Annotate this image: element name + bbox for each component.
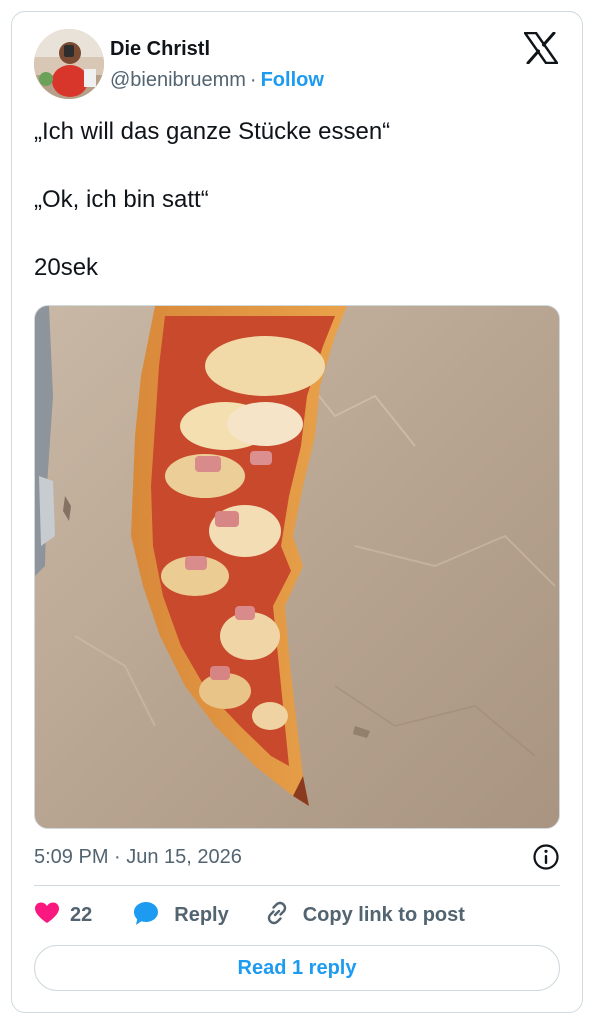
tweet-text: „Ich will das ganze Stücke essen“ „Ok, i… xyxy=(34,117,554,321)
like-count: 22 xyxy=(70,903,93,926)
copy-link-label: Copy link to post xyxy=(302,903,465,926)
info-icon[interactable] xyxy=(532,843,560,871)
pizza-photo xyxy=(35,306,559,828)
reply-bubble-icon xyxy=(132,900,160,931)
author-name[interactable]: Die Christl xyxy=(110,37,210,61)
avatar-image xyxy=(34,29,104,99)
divider xyxy=(34,885,560,886)
like-button[interactable]: 22 xyxy=(34,901,92,930)
tweet-line: 20sek xyxy=(34,254,99,281)
action-bar: 22 Reply Copy link to post xyxy=(34,897,465,933)
tweet-line: „Ich will das ganze Stücke essen“ xyxy=(34,118,391,145)
author-handle[interactable]: @bienibruemm xyxy=(110,69,246,91)
avatar[interactable] xyxy=(34,29,104,99)
tweet-line: „Ok, ich bin satt“ xyxy=(34,186,209,213)
read-replies-button[interactable]: Read 1 reply xyxy=(34,945,560,991)
link-icon xyxy=(263,899,291,932)
heart-icon xyxy=(34,901,60,930)
copy-link-button[interactable]: Copy link to post xyxy=(263,899,465,932)
tweet-timestamp[interactable]: 5:09 PM · Jun 15, 2026 xyxy=(34,845,242,869)
author-handle-line: @bienibruemm · Follow xyxy=(110,68,324,92)
tweet-card: Die Christl @bienibruemm · Follow „Ich wil… xyxy=(11,11,583,1013)
follow-button[interactable]: Follow xyxy=(261,69,324,91)
reply-button[interactable]: Reply xyxy=(132,900,229,931)
x-logo-icon[interactable] xyxy=(523,31,559,65)
separator-dot: · xyxy=(249,69,257,91)
reply-label: Reply xyxy=(174,903,229,926)
tweet-photo[interactable] xyxy=(34,305,560,829)
